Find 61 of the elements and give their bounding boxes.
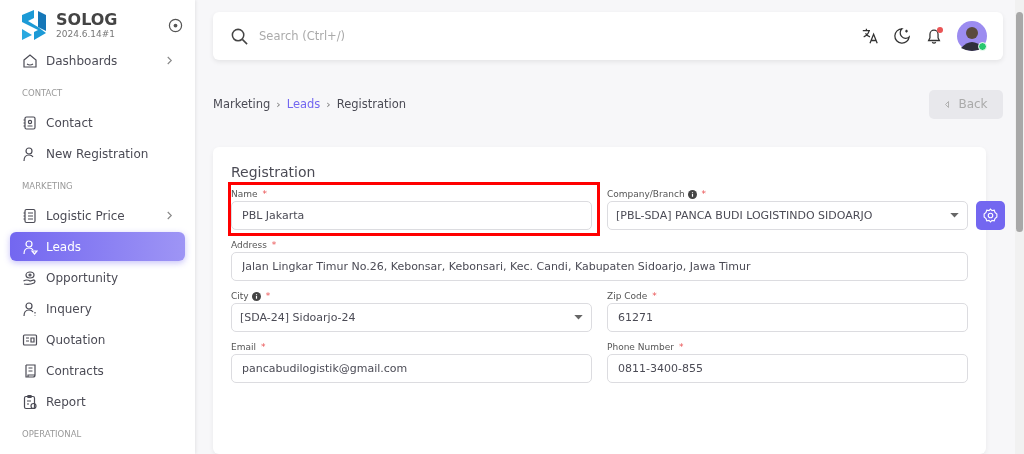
required-mark: *	[265, 291, 271, 301]
nav-item[interactable]: Report	[10, 387, 185, 416]
report-icon	[22, 393, 38, 410]
nav-item[interactable]: Quotation	[10, 325, 185, 354]
breadcrumb-item: Marketing	[213, 97, 271, 111]
section-heading: OPERATIONAL	[21, 428, 83, 441]
field-label: Email	[231, 342, 256, 352]
select-field[interactable]: [PBL-SDA] PANCA BUDI LOGISTINDO SIDOARJO	[607, 201, 968, 230]
select-field[interactable]: [SDA-24] Sidoarjo-24	[231, 303, 592, 332]
input-field[interactable]: Jalan Lingkar Timur No.26, Kebonsar, Kebonsari, Kec. Candi, Kabupaten Sidoarjo, Jawa Timur	[231, 252, 968, 281]
gear-icon	[983, 208, 998, 223]
field-label: Zip Code	[607, 291, 648, 301]
required-mark: *	[701, 189, 707, 199]
required-mark: *	[652, 291, 657, 301]
input-field[interactable]: pancabudilogistik@gmail.com	[231, 354, 592, 383]
field-label: Address	[231, 240, 267, 250]
breadcrumb-separator: ›	[326, 97, 331, 111]
field-label: Company/Branch	[607, 189, 685, 199]
nav-item[interactable]: Logistic Price	[10, 201, 185, 230]
contact-icon	[22, 114, 38, 131]
radio-icon[interactable]	[168, 17, 183, 33]
settings-button[interactable]	[976, 201, 1005, 230]
dropdown-caret-icon	[950, 213, 959, 218]
breadcrumb-separator: ›	[276, 97, 281, 111]
bell-icon[interactable]	[925, 27, 943, 45]
nav-item[interactable]: Contracts	[10, 356, 185, 385]
avatar[interactable]	[957, 21, 987, 51]
nav-item[interactable]: Inquery	[10, 294, 185, 323]
back-arrow-icon	[944, 99, 951, 109]
required-mark: *	[262, 189, 268, 199]
chevron-right-icon	[166, 55, 173, 66]
nav-item[interactable]: Leads	[10, 232, 185, 261]
version-label: 2024.6.14#1	[56, 29, 117, 39]
brand-name: SOLOG	[56, 11, 119, 29]
list-icon	[22, 207, 38, 224]
scrollbar[interactable]	[1015, 0, 1024, 454]
breadcrumb-item: Registration	[336, 97, 407, 111]
dropdown-caret-icon	[574, 315, 583, 320]
field-label: Phone Number	[607, 342, 674, 352]
form-title: Registration	[231, 164, 317, 180]
required-mark: *	[271, 240, 277, 250]
nav-item[interactable]: New Registration	[10, 139, 185, 168]
home-icon	[22, 52, 38, 69]
nav-item[interactable]: Opportunity	[10, 263, 185, 292]
breadcrumb-link[interactable]: Leads	[286, 97, 321, 111]
field-label: Name	[231, 189, 258, 199]
required-mark: *	[261, 342, 266, 352]
nav-item[interactable]: Dashboards	[10, 46, 185, 75]
required-mark: *	[678, 342, 684, 352]
input-field[interactable]: PBL Jakarta	[231, 201, 592, 230]
nav-item[interactable]: Contact	[10, 108, 185, 137]
section-heading: MARKETING	[21, 180, 74, 193]
translate-icon[interactable]	[861, 27, 879, 45]
search-field[interactable]: Search (Ctrl+/)	[257, 28, 461, 44]
input-field[interactable]: 0811-3400-855	[607, 354, 968, 383]
search-icon	[230, 26, 249, 46]
field-label: City	[231, 291, 249, 301]
section-heading: CONTACT	[21, 87, 64, 100]
chevron-right-icon	[166, 210, 173, 221]
moon-icon[interactable]	[893, 27, 911, 45]
input-field[interactable]: 61271	[607, 303, 968, 332]
